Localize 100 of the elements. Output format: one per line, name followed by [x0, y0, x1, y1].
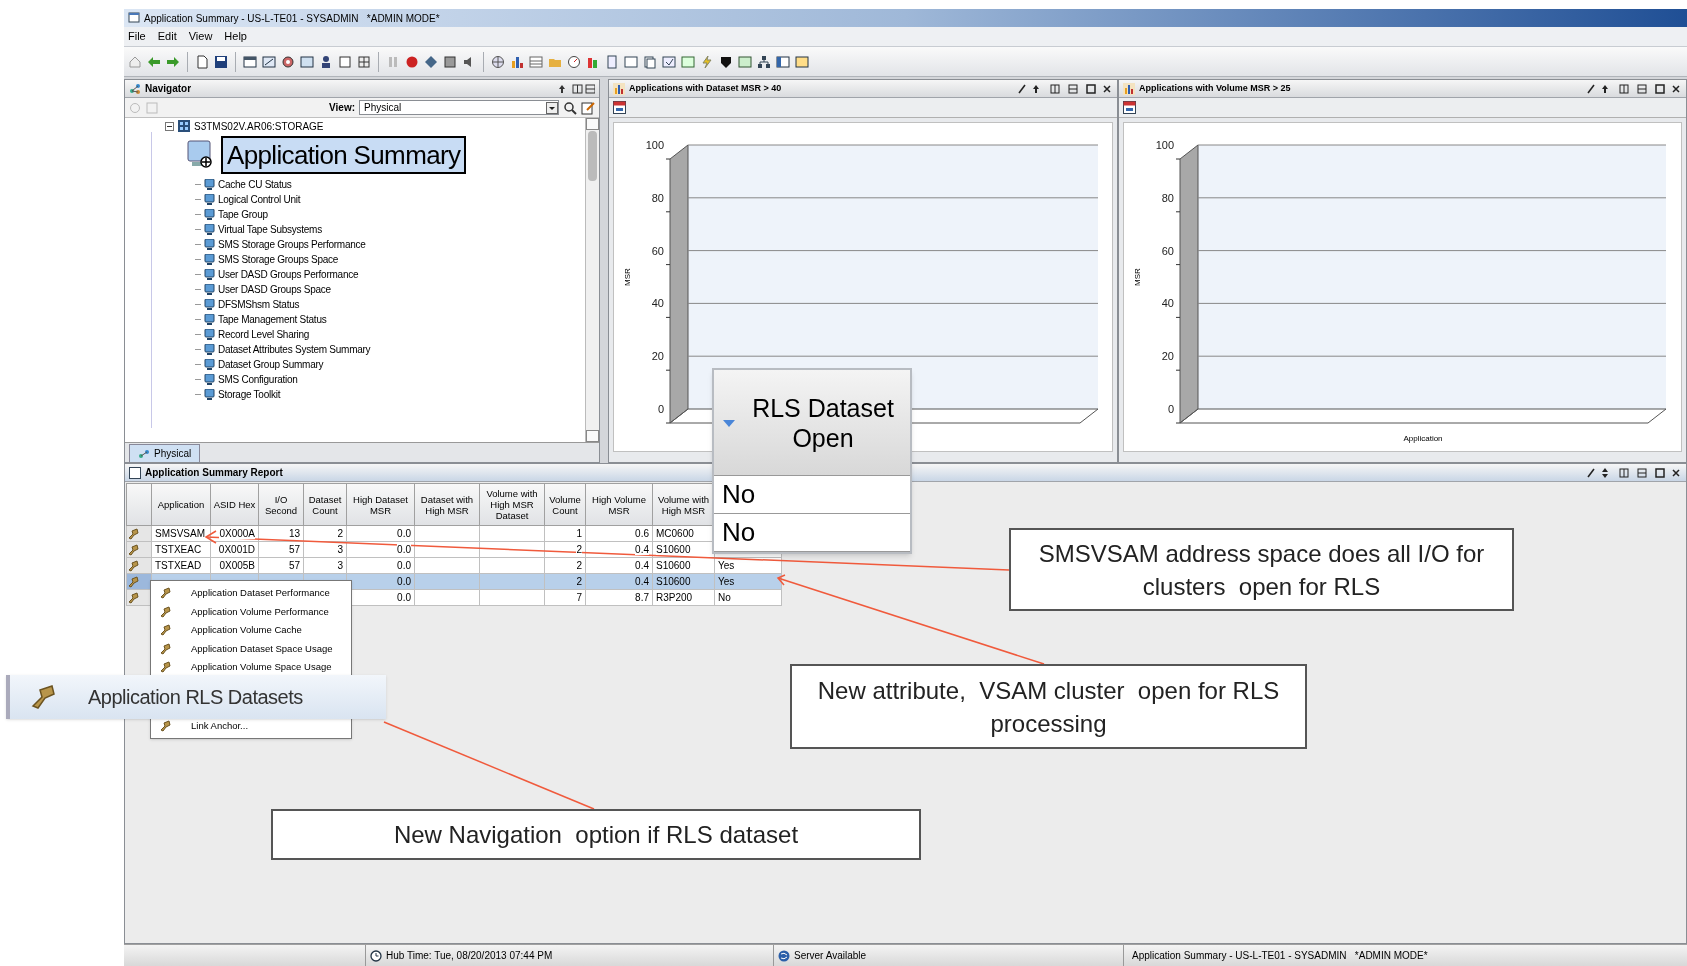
menu-item[interactable]: File — [128, 28, 146, 45]
link-icon[interactable] — [127, 559, 139, 572]
tree-item[interactable]: Logical Control Unit — [218, 192, 301, 207]
link-icon[interactable] — [127, 591, 139, 604]
view-label: View: — [329, 101, 355, 115]
diamond-icon[interactable] — [424, 54, 438, 69]
link-icon[interactable] — [127, 543, 139, 556]
tree-item[interactable]: User DASD Groups Performance — [218, 267, 359, 282]
table-cell: 0.0 — [346, 541, 415, 558]
table-cell: 13 — [258, 525, 304, 542]
window-icon[interactable] — [243, 54, 257, 69]
tree-item[interactable]: S3TMS02V.AR06:STORAGE — [194, 118, 324, 134]
menu-item[interactable]: Application Volume Space Usage — [151, 658, 351, 677]
tree-item[interactable]: DFSMShsm Status — [218, 297, 300, 312]
menu-item[interactable]: Edit — [157, 28, 177, 45]
status-text: Application Summary - US-L-TE01 - SYSADMIN *ADMIN MODE* — [1132, 949, 1428, 963]
table-cell: 0.0 — [346, 557, 415, 574]
link-icon — [159, 661, 171, 674]
table-icon — [129, 466, 141, 479]
menu-item[interactable]: Application RLS Datasets — [6, 674, 386, 719]
monitor-icon — [204, 328, 215, 341]
table-cell: No — [714, 514, 910, 552]
tree-item[interactable]: Virtual Tape Subsystems — [218, 222, 322, 237]
column-header[interactable]: High Dataset MSR — [346, 483, 415, 526]
search-icon[interactable] — [563, 100, 577, 115]
tree-item[interactable]: Application Summary — [221, 136, 467, 174]
gauge-icon[interactable] — [567, 54, 581, 69]
navigator-tab[interactable]: Physical — [129, 444, 201, 462]
status-text: Hub Time: Tue, 08/20/2013 07:44 PM — [386, 949, 553, 963]
tree-item[interactable]: SMS Storage Groups Performance — [218, 237, 366, 252]
tree-item[interactable]: Dataset Attributes System Summary — [218, 342, 371, 357]
menu-item[interactable]: Help — [224, 28, 247, 45]
tree-item[interactable]: Record Level Sharing — [218, 327, 310, 342]
window-icon[interactable] — [662, 54, 676, 69]
grid-icon[interactable] — [443, 54, 457, 69]
page-icon[interactable] — [338, 54, 352, 69]
scrollbar[interactable] — [585, 118, 599, 442]
tree-item[interactable]: Cache CU Status — [218, 177, 292, 192]
bar-chart-icon[interactable] — [510, 54, 524, 69]
tree-item[interactable]: SMS Configuration — [218, 372, 298, 387]
link-icon — [159, 587, 171, 600]
link-icon — [30, 683, 56, 710]
calendar-icon[interactable] — [613, 101, 626, 114]
tree-item[interactable]: SMS Storage Groups Space — [218, 252, 339, 267]
shield-icon[interactable] — [719, 54, 733, 69]
view-dropdown[interactable]: Physical — [359, 100, 559, 115]
page-icon[interactable] — [605, 54, 619, 69]
link-icon[interactable] — [127, 575, 139, 588]
menu-item[interactable]: Application Dataset Space Usage — [151, 639, 351, 658]
collapse-icon[interactable] — [165, 121, 174, 131]
globe-icon — [778, 949, 790, 962]
panel-controls-icon[interactable] — [1017, 82, 1113, 95]
column-header[interactable]: I/O Second — [258, 483, 304, 526]
globe-icon[interactable] — [491, 54, 505, 69]
circle-icon[interactable] — [405, 54, 419, 69]
window-icon[interactable] — [300, 54, 314, 69]
save-icon[interactable] — [214, 54, 228, 69]
window-icon[interactable] — [262, 54, 276, 69]
tree-item[interactable]: User DASD Groups Space — [218, 282, 331, 297]
column-header[interactable]: Application — [151, 483, 211, 526]
home-icon[interactable] — [128, 54, 142, 69]
lightning-icon[interactable] — [700, 54, 714, 69]
panel-title: Application Summary Report — [145, 466, 284, 480]
panel-controls-icon[interactable] — [559, 82, 595, 95]
table-cell: 0X000A — [210, 525, 259, 542]
menu-item[interactable]: Application Volume Cache — [151, 621, 351, 640]
menu-item[interactable]: View — [188, 28, 213, 45]
table-cell: 0.0 — [346, 525, 415, 542]
right-arrow-icon[interactable] — [166, 54, 180, 69]
monitor-icon — [204, 208, 215, 221]
panel-controls-icon[interactable] — [1586, 82, 1682, 95]
table-icon[interactable] — [529, 54, 543, 69]
column-header[interactable]: Volume with High MSR Dataset — [479, 483, 545, 526]
grid-icon[interactable] — [357, 54, 371, 69]
tree-item[interactable]: Tape Group — [218, 207, 268, 222]
window-icon[interactable] — [795, 54, 809, 69]
callout-box: New attribute, VSAM cluster open for RLS processing — [790, 664, 1307, 749]
column-header[interactable]: Volume Count — [544, 483, 586, 526]
column-header[interactable]: Dataset with High MSR — [414, 483, 480, 526]
panel-controls-icon[interactable] — [1586, 466, 1682, 479]
page-icon[interactable] — [195, 54, 209, 69]
column-header[interactable]: Dataset Count — [303, 483, 347, 526]
link-icon[interactable] — [127, 527, 139, 540]
person-icon[interactable] — [319, 54, 333, 69]
bar-chart-icon — [613, 82, 625, 95]
tree-item[interactable]: Tape Management Status — [218, 312, 327, 327]
column-header[interactable]: High Volume MSR — [585, 483, 653, 526]
table-cell: 57 — [258, 541, 304, 558]
network-icon[interactable] — [757, 54, 771, 69]
axis-title: MSR — [1133, 268, 1142, 286]
table-cell: S10600 — [652, 557, 715, 574]
monitor-icon — [204, 193, 215, 206]
edit-icon[interactable] — [581, 100, 595, 115]
page-icon[interactable] — [643, 54, 657, 69]
window-icon[interactable] — [776, 54, 790, 69]
tree-item[interactable]: Storage Toolkit — [218, 387, 281, 402]
column-header[interactable]: ASID Hex — [210, 483, 259, 526]
menu-item[interactable]: Link Anchor... — [151, 716, 351, 735]
tree-item[interactable]: Dataset Group Summary — [218, 357, 324, 372]
calendar-icon[interactable] — [1123, 101, 1136, 114]
